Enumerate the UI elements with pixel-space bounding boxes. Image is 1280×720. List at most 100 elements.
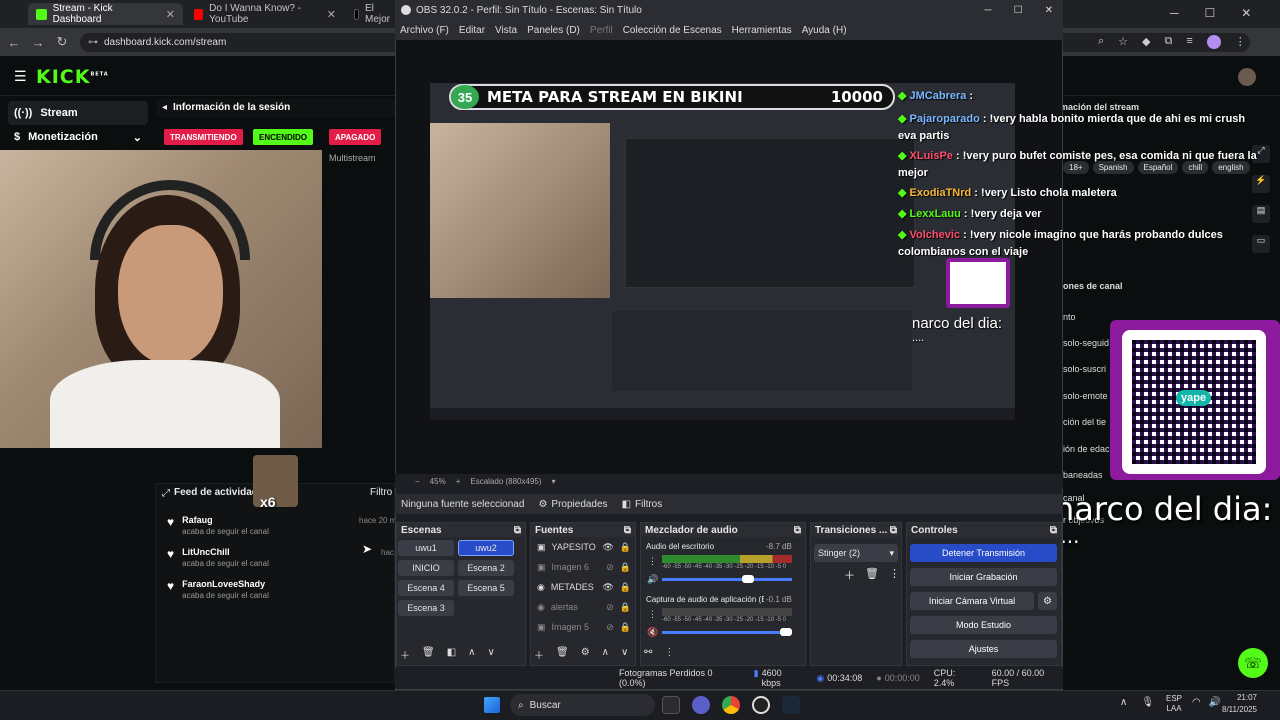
minimize-icon[interactable]: ─ bbox=[1170, 6, 1179, 20]
volume-icon[interactable]: 🔊 bbox=[647, 574, 658, 585]
collapse-icon[interactable]: ◂ bbox=[162, 102, 167, 113]
kebab-icon[interactable]: ⋮ bbox=[889, 567, 900, 583]
undock-icon[interactable]: ⧉ bbox=[1050, 525, 1057, 536]
source-row[interactable]: ▣ Imagen 6 ⊘ 🔒 bbox=[531, 557, 635, 577]
start-recording-button[interactable]: Iniciar Grabación bbox=[910, 568, 1057, 586]
maximize-icon[interactable]: ☐ bbox=[1014, 5, 1023, 16]
obs-icon[interactable] bbox=[752, 696, 770, 714]
channel-option[interactable]: ión de edac bbox=[1063, 444, 1110, 454]
source-row[interactable]: ◉ alertas ⊘ 🔒 bbox=[531, 597, 635, 617]
reload-icon[interactable]: ↻ bbox=[50, 34, 74, 50]
feed-user[interactable]: FaraonLoveeShady bbox=[182, 579, 269, 589]
windows-start-icon[interactable] bbox=[484, 697, 500, 713]
undock-icon[interactable]: ⧉ bbox=[890, 525, 897, 536]
volume-slider[interactable] bbox=[662, 631, 792, 634]
toggle-off-button[interactable]: APAGADO bbox=[329, 129, 382, 145]
menu-perfil[interactable]: Perfil bbox=[590, 25, 613, 36]
toggle-on-button[interactable]: ENCENDIDO bbox=[253, 129, 314, 145]
scene-button[interactable]: INICIO bbox=[398, 560, 454, 576]
eye-hidden-icon[interactable]: ⊘ bbox=[606, 622, 614, 633]
sidebar-item-stream[interactable]: ((·)) Stream bbox=[8, 101, 148, 125]
puzzle-icon[interactable]: ⧉ bbox=[1165, 35, 1173, 49]
scene-button[interactable]: Escena 4 bbox=[398, 580, 454, 596]
lock-icon[interactable]: 🔒 bbox=[620, 602, 631, 613]
zoom-out-icon[interactable]: − bbox=[415, 477, 420, 486]
menu-coleccion[interactable]: Colección de Escenas bbox=[623, 25, 722, 36]
maximize-icon[interactable]: ☐ bbox=[1205, 6, 1216, 20]
menu-ayuda[interactable]: Ayuda (H) bbox=[802, 25, 847, 36]
menu-paneles[interactable]: Paneles (D) bbox=[527, 25, 580, 36]
scene-button[interactable]: uwu2 bbox=[458, 540, 514, 556]
bookmark-icon[interactable]: ☆ bbox=[1118, 35, 1128, 49]
kebab-icon[interactable]: ⋮ bbox=[648, 609, 657, 620]
source-row[interactable]: ▣ Imagen 5 ⊘ 🔒 bbox=[531, 617, 635, 637]
eye-hidden-icon[interactable]: ⊘ bbox=[606, 562, 614, 573]
profile-avatar[interactable] bbox=[1206, 35, 1221, 49]
chat-icon[interactable]: ▭ bbox=[1252, 235, 1270, 253]
filter-button[interactable]: Filtro bbox=[370, 487, 392, 498]
undock-icon[interactable]: ⧉ bbox=[624, 525, 631, 536]
taskbar-search[interactable]: ⌕ Buscar bbox=[510, 694, 655, 716]
close-icon[interactable]: ✕ bbox=[1045, 5, 1053, 16]
lock-icon[interactable]: 🔒 bbox=[620, 542, 631, 553]
add-icon[interactable]: ＋ bbox=[844, 567, 855, 583]
volume-slider[interactable] bbox=[662, 578, 792, 581]
stop-stream-button[interactable]: Detener Transmisión bbox=[910, 544, 1057, 562]
lock-icon[interactable]: 🔒 bbox=[620, 562, 631, 573]
zoom-icon[interactable]: ⌕ bbox=[1098, 35, 1104, 49]
down-icon[interactable]: ∨ bbox=[621, 647, 628, 662]
tab-kick-dashboard[interactable]: Stream - Kick Dashboard ✕ bbox=[28, 3, 183, 25]
menu-editar[interactable]: Editar bbox=[459, 25, 485, 36]
channel-option[interactable]: baneadas bbox=[1063, 470, 1103, 480]
trash-icon[interactable]: 🗑 bbox=[422, 647, 435, 662]
user-avatar[interactable] bbox=[1238, 68, 1256, 86]
gear-icon[interactable]: ⚙ bbox=[1038, 592, 1057, 610]
volume-slider-handle[interactable] bbox=[780, 628, 792, 636]
hamburger-icon[interactable]: ☰ bbox=[14, 68, 27, 85]
menu-icon[interactable]: ⋮ bbox=[1235, 35, 1246, 49]
reading-list-icon[interactable]: ≡ bbox=[1186, 35, 1192, 49]
sidebar-item-monetization[interactable]: $ Monetización ⌄ bbox=[8, 125, 148, 149]
support-chat-icon[interactable]: ☏ bbox=[1238, 648, 1268, 678]
up-icon[interactable]: ∧ bbox=[468, 647, 475, 662]
scene-button[interactable]: Escena 3 bbox=[398, 600, 454, 616]
network-icon[interactable]: ◠ bbox=[1192, 697, 1201, 708]
chevron-down-icon[interactable]: ▾ bbox=[552, 477, 556, 486]
task-view-icon[interactable] bbox=[662, 696, 680, 714]
taskbar-clock[interactable]: 21:07 8/11/2025 bbox=[1222, 692, 1257, 716]
expand-icon[interactable]: ⤢ bbox=[162, 488, 170, 499]
tab-tiktok[interactable]: El Mejor bbox=[346, 3, 398, 25]
microphone-icon[interactable]: 🎙 bbox=[1141, 697, 1154, 708]
channel-option[interactable]: ción del tie bbox=[1063, 417, 1106, 427]
eye-hidden-icon[interactable]: ⊘ bbox=[606, 602, 614, 613]
filter-icon[interactable]: ◧ bbox=[447, 647, 456, 662]
eye-icon[interactable]: 👁 bbox=[602, 582, 613, 593]
minimize-icon[interactable]: ─ bbox=[985, 5, 992, 16]
discord-icon[interactable] bbox=[692, 696, 710, 714]
volume-slider-handle[interactable] bbox=[742, 575, 754, 583]
muted-icon[interactable]: 🔇 bbox=[647, 627, 658, 638]
trash-icon[interactable]: 🗑 bbox=[865, 567, 879, 583]
chevron-up-icon[interactable]: ∧ bbox=[1120, 697, 1127, 708]
up-icon[interactable]: ∧ bbox=[602, 647, 609, 662]
lock-icon[interactable]: 🔒 bbox=[620, 582, 631, 593]
chrome-icon[interactable] bbox=[722, 696, 740, 714]
language-indicator[interactable]: ESP LAA bbox=[1166, 694, 1182, 714]
eye-icon[interactable]: 👁 bbox=[602, 542, 613, 553]
steam-icon[interactable] bbox=[782, 696, 800, 714]
tab-youtube[interactable]: Do I Wanna Know? - YouTube ✕ bbox=[186, 3, 344, 25]
feed-user[interactable]: Rafaug bbox=[182, 515, 269, 525]
menu-vista[interactable]: Vista bbox=[495, 25, 517, 36]
kebab-icon[interactable]: ⋮ bbox=[664, 647, 674, 658]
down-icon[interactable]: ∨ bbox=[487, 647, 494, 662]
feed-user[interactable]: LitUncChill bbox=[182, 547, 269, 557]
speaker-icon[interactable]: 🔊 bbox=[1209, 697, 1221, 708]
zoom-in-icon[interactable]: + bbox=[456, 477, 461, 486]
add-icon[interactable]: ＋ bbox=[400, 647, 410, 662]
scene-button[interactable]: Escena 2 bbox=[458, 560, 514, 576]
undock-icon[interactable]: ⧉ bbox=[794, 525, 801, 536]
kick-logo[interactable]: KICKBETA bbox=[36, 66, 109, 88]
undock-icon[interactable]: ⧉ bbox=[514, 525, 521, 536]
trash-icon[interactable]: 🗑 bbox=[556, 647, 569, 662]
close-icon[interactable]: ✕ bbox=[327, 8, 336, 21]
